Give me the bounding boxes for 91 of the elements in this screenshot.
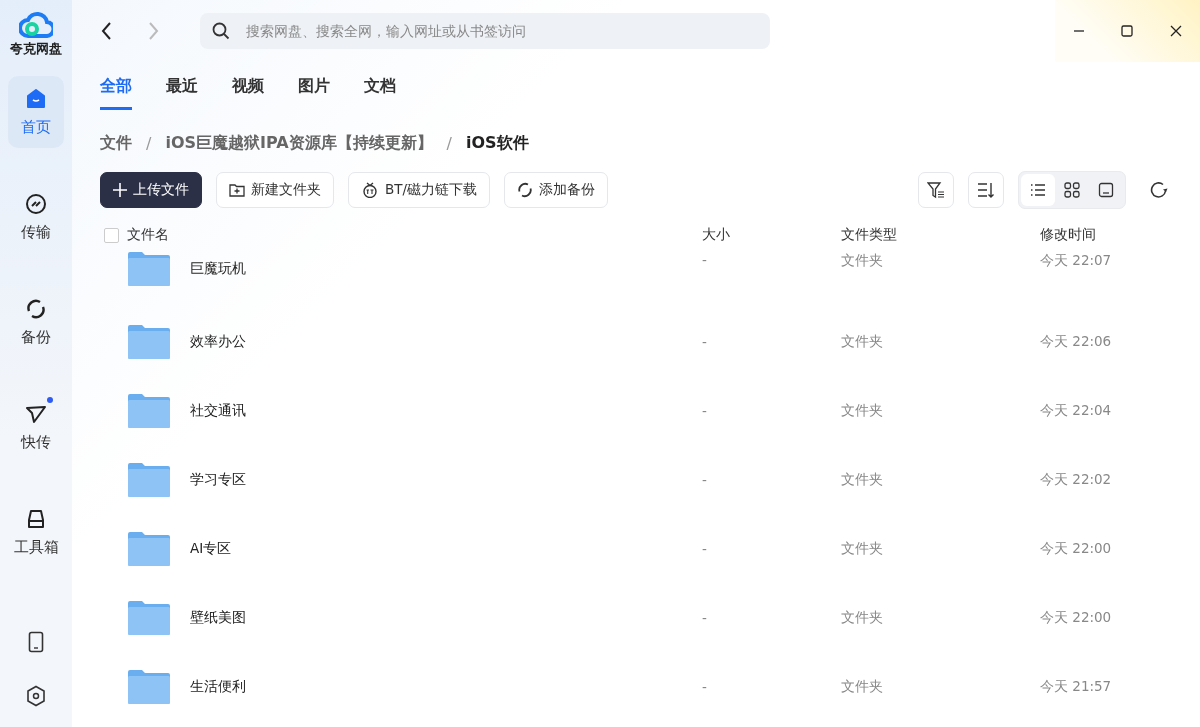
table-cell-text: 文件夹 xyxy=(841,608,884,627)
column-header[interactable]: 大小 xyxy=(702,226,730,242)
filter-icon xyxy=(927,181,945,199)
column-header[interactable]: 文件类型 xyxy=(841,226,897,242)
folder-icon xyxy=(128,462,170,497)
grid-icon xyxy=(1064,182,1080,198)
backup-button[interactable]: 添加备份 xyxy=(504,172,609,208)
new-folder-button[interactable]: 新建文件夹 xyxy=(216,172,334,208)
category-tab[interactable]: 最近 xyxy=(166,76,198,110)
table-cell-text: - xyxy=(702,471,708,488)
table-cell-text: 今天 22:06 xyxy=(1040,332,1113,351)
cloud-logo-icon xyxy=(19,10,53,38)
sidebar-item[interactable]: 快传 xyxy=(8,391,64,463)
settings-icon[interactable] xyxy=(26,685,46,707)
refresh-icon[interactable] xyxy=(1150,181,1168,199)
breadcrumb-link[interactable]: 文件 xyxy=(100,132,132,154)
folder-plus-icon xyxy=(229,183,245,197)
file-row[interactable]: 学习专区 - 文件夹 今天 22:02 xyxy=(100,445,1168,514)
folder-icon xyxy=(128,600,170,635)
select-all-checkbox[interactable] xyxy=(104,227,119,243)
table-cell-text: 今天 21:57 xyxy=(1040,677,1113,696)
table-cell-text: 文件夹 xyxy=(841,677,884,696)
table-cell-text: 今天 22:02 xyxy=(1040,470,1113,489)
breadcrumb-separator: / xyxy=(446,133,452,153)
table-cell-text: 文件夹 xyxy=(841,252,884,270)
file-name: 壁纸美图 xyxy=(190,608,246,627)
sidebar-item[interactable]: 工具箱 xyxy=(8,496,64,568)
table-cell-text: - xyxy=(702,252,708,268)
table-cell-text: 今天 22:07 xyxy=(1040,252,1113,270)
file-name: AI专区 xyxy=(190,539,232,558)
maximize-icon[interactable] xyxy=(1120,24,1135,38)
table-cell-text: 今天 22:00 xyxy=(1040,539,1113,558)
folder-icon xyxy=(128,669,170,704)
filter-button[interactable] xyxy=(918,172,954,208)
bt-button[interactable]: BT/磁力链下载 xyxy=(348,172,491,208)
category-tab[interactable]: 图片 xyxy=(298,76,330,110)
close-icon[interactable] xyxy=(1168,24,1183,38)
table-cell-text: - xyxy=(702,678,708,695)
category-tab[interactable]: 全部 xyxy=(100,76,132,110)
breadcrumb-separator: / xyxy=(146,133,152,153)
sync-icon xyxy=(517,182,534,198)
file-name: 效率办公 xyxy=(190,332,246,351)
list-view-button[interactable] xyxy=(1021,174,1055,206)
table-cell-text: - xyxy=(702,402,708,419)
search-field[interactable]: 搜索网盘、搜索全网，输入网址或从书签访问 xyxy=(200,13,770,49)
category-tab[interactable]: 文档 xyxy=(364,76,396,110)
category-tab[interactable]: 视频 xyxy=(232,76,264,110)
sidebar-item[interactable]: 备份 xyxy=(8,286,64,358)
table-cell-text: 今天 22:00 xyxy=(1040,608,1113,627)
current-folder-title: iOS软件 xyxy=(466,132,529,154)
table-cell-text: 文件夹 xyxy=(841,539,884,558)
file-row[interactable]: 生活便利 - 文件夹 今天 21:57 xyxy=(100,652,1168,721)
sort-button[interactable] xyxy=(968,172,1004,208)
file-row[interactable]: AI专区 - 文件夹 今天 22:00 xyxy=(100,514,1168,583)
file-row[interactable]: 壁纸美图 - 文件夹 今天 22:00 xyxy=(100,583,1168,652)
breadcrumb-link[interactable]: iOS巨魔越狱IPA资源库【持续更新】 xyxy=(165,132,433,154)
list-icon xyxy=(1030,183,1046,197)
folder-icon xyxy=(128,531,170,566)
sync-icon xyxy=(25,297,47,320)
table-cell-text: - xyxy=(702,540,708,557)
file-name: 生活便利 xyxy=(190,677,246,696)
table-cell-text: - xyxy=(702,609,708,626)
sort-icon xyxy=(977,181,995,199)
file-name: 学习专区 xyxy=(190,470,246,489)
phone-icon[interactable] xyxy=(28,631,44,653)
file-row[interactable]: 社交通讯 - 文件夹 今天 22:04 xyxy=(100,376,1168,445)
bt-icon xyxy=(361,182,379,198)
folder-icon xyxy=(128,393,170,428)
file-name: 巨魔玩机 xyxy=(190,260,246,278)
table-cell-text: 文件夹 xyxy=(841,470,884,489)
home-icon xyxy=(25,87,47,110)
tray-icon xyxy=(25,507,47,530)
folder-icon xyxy=(128,324,170,359)
sidebar-item[interactable]: 传输 xyxy=(8,181,64,253)
file-row[interactable]: 效率办公 - 文件夹 今天 22:06 xyxy=(100,307,1168,376)
column-header[interactable]: 修改时间 xyxy=(1040,226,1096,242)
transfer-icon xyxy=(25,192,47,215)
preview-icon xyxy=(1098,182,1114,198)
table-cell-text: 文件夹 xyxy=(841,332,884,351)
back-icon[interactable] xyxy=(100,21,114,41)
plus-icon xyxy=(113,183,127,197)
column-header[interactable]: 文件名 xyxy=(127,226,169,244)
upload-button[interactable]: 上传文件 xyxy=(100,172,202,208)
folder-icon xyxy=(128,252,170,286)
file-name: 社交通讯 xyxy=(190,401,246,420)
app-name: 夸克网盘 xyxy=(10,40,62,58)
sidebar-item[interactable]: 首页 xyxy=(8,76,64,148)
table-cell-text: 今天 22:04 xyxy=(1040,401,1113,420)
table-cell-text: 文件夹 xyxy=(841,401,884,420)
file-row[interactable]: 巨魔玩机 - 文件夹 今天 22:07 xyxy=(100,250,1168,307)
table-cell-text: - xyxy=(702,333,708,350)
